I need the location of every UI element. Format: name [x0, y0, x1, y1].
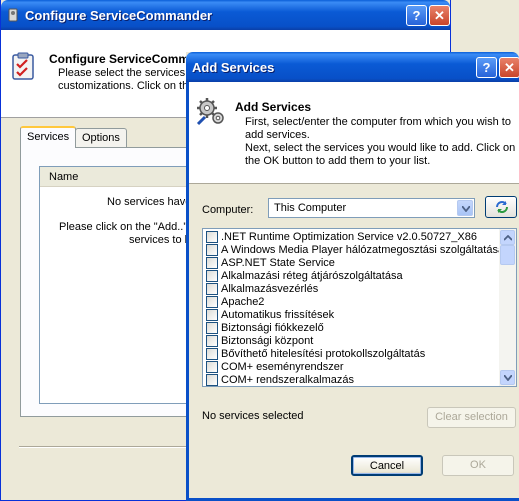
chevron-down-icon: [504, 375, 512, 381]
list-item[interactable]: Biztonsági központ: [203, 335, 499, 348]
services-checklist[interactable]: .NET Runtime Optimization Service v2.0.5…: [202, 228, 517, 387]
chevron-up-icon: [504, 235, 512, 241]
service-label: Apache2: [221, 296, 265, 308]
list-item[interactable]: COM+ rendszeralkalmazás: [203, 374, 499, 386]
tab-options[interactable]: Options: [75, 128, 127, 148]
chevron-down-icon[interactable]: [457, 200, 473, 216]
clipboard-check-icon: [12, 52, 34, 80]
service-label: Biztonsági fiókkezelő: [221, 322, 324, 334]
service-label: Biztonsági központ: [221, 335, 314, 347]
empty-message: No services have: [107, 196, 192, 208]
empty-hint: Please click on the "Add..": [59, 221, 188, 233]
list-item[interactable]: .NET Runtime Optimization Service v2.0.5…: [203, 231, 499, 244]
service-checkbox[interactable]: [206, 231, 218, 243]
service-label: A Windows Media Player hálózatmegosztási…: [221, 244, 505, 256]
selection-status: No services selected: [202, 410, 304, 422]
configure-header-desc: Please select the services to customizat…: [58, 67, 198, 92]
refresh-button[interactable]: [485, 196, 517, 218]
empty-hint-continued: services to b: [129, 234, 191, 246]
dialog-body: Add Services First, select/enter the com…: [186, 82, 519, 501]
column-header-label: Name: [49, 171, 79, 183]
list-item[interactable]: Alkalmazásvezérlés: [203, 283, 499, 296]
list-item[interactable]: Automatikus frissítések: [203, 309, 499, 322]
list-item[interactable]: Alkalmazási réteg átjárószolgáltatása: [203, 270, 499, 283]
scroll-up-button[interactable]: [500, 230, 515, 245]
dialog-titlebar[interactable]: Add Services ? ✕: [186, 52, 519, 82]
service-label: COM+ eseményrendszer: [221, 361, 344, 373]
ok-button[interactable]: OK: [442, 455, 514, 476]
service-checkbox[interactable]: [206, 322, 218, 334]
service-checkbox[interactable]: [206, 283, 218, 295]
gears-icon: [196, 98, 224, 126]
refresh-icon: [496, 201, 508, 213]
service-checkbox[interactable]: [206, 257, 218, 269]
dialog-close-button[interactable]: ✕: [499, 57, 519, 78]
service-label: .NET Runtime Optimization Service v2.0.5…: [221, 231, 477, 243]
dialog-instruction-1: First, select/enter the computer from wh…: [245, 116, 511, 141]
app-icon: [8, 8, 18, 22]
service-checkbox[interactable]: [206, 374, 218, 386]
service-label: Bővíthető hitelesítési protokollszolgált…: [221, 348, 426, 360]
service-label: Alkalmazásvezérlés: [221, 283, 319, 295]
scrollbar[interactable]: [499, 229, 516, 386]
service-checkbox[interactable]: [206, 296, 218, 308]
list-item[interactable]: Bővíthető hitelesítési protokollszolgált…: [203, 348, 499, 361]
scroll-down-button[interactable]: [500, 370, 515, 385]
scroll-thumb[interactable]: [500, 245, 515, 265]
list-item[interactable]: Biztonsági fiókkezelő: [203, 322, 499, 335]
dialog-header-title: Add Services: [235, 100, 312, 114]
cancel-button[interactable]: Cancel: [351, 455, 423, 476]
computer-combobox[interactable]: This Computer: [268, 198, 475, 218]
list-item[interactable]: Apache2: [203, 296, 499, 309]
dialog-header: Add Services First, select/enter the com…: [189, 82, 519, 184]
configure-titlebar[interactable]: Configure ServiceCommander ? ✕: [1, 0, 450, 30]
dialog-title: Add Services: [192, 60, 275, 75]
computer-label: Computer:: [202, 204, 254, 216]
tab-services[interactable]: Services: [20, 126, 77, 148]
service-label: COM+ rendszeralkalmazás: [221, 374, 354, 386]
list-item[interactable]: A Windows Media Player hálózatmegosztási…: [203, 244, 504, 257]
add-services-dialog: Add Services ? ✕ Add Services First, sel…: [186, 52, 519, 501]
close-button[interactable]: ✕: [429, 5, 450, 26]
service-checkbox[interactable]: [206, 270, 218, 282]
configure-title: Configure ServiceCommander: [25, 8, 213, 23]
services-rows: .NET Runtime Optimization Service v2.0.5…: [203, 231, 504, 386]
service-checkbox[interactable]: [206, 309, 218, 321]
dialog-help-button[interactable]: ?: [476, 57, 497, 78]
computer-combobox-value: This Computer: [274, 202, 347, 214]
service-label: Automatikus frissítések: [221, 309, 335, 321]
list-item[interactable]: COM+ eseményrendszer: [203, 361, 499, 374]
help-button[interactable]: ?: [406, 5, 427, 26]
service-label: ASP.NET State Service: [221, 257, 335, 269]
list-item[interactable]: ASP.NET State Service: [203, 257, 499, 270]
service-checkbox[interactable]: [206, 361, 218, 373]
service-checkbox[interactable]: [206, 348, 218, 360]
clear-selection-button[interactable]: Clear selection: [427, 407, 516, 428]
service-checkbox[interactable]: [206, 335, 218, 347]
service-checkbox[interactable]: [206, 244, 218, 256]
service-label: Alkalmazási réteg átjárószolgáltatása: [221, 270, 403, 282]
dialog-instruction-2: Next, select the services you would like…: [245, 142, 516, 167]
